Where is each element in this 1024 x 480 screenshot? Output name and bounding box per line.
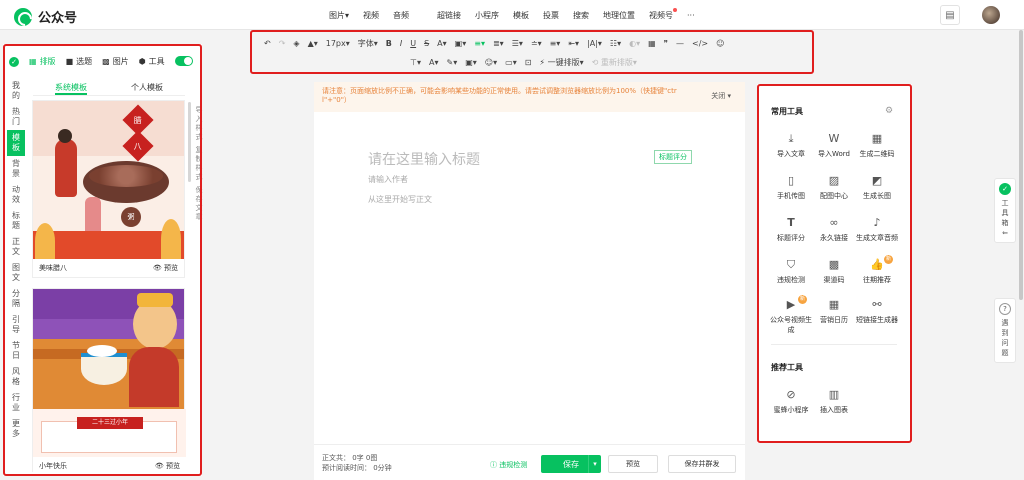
- save-label: 保存: [563, 459, 579, 469]
- menu-audio[interactable]: 音频: [386, 10, 416, 21]
- highlight-box-left: [3, 44, 202, 476]
- menu-hyperlink[interactable]: 超链接: [430, 10, 468, 21]
- body-input[interactable]: 从这里开始写正文: [368, 194, 432, 205]
- preview-button[interactable]: 预览: [608, 455, 658, 473]
- editor-area: 请注意：页面缩放比例不正确，可能会影响某些功能的正常使用。请尝试调整浏览器缩放比…: [314, 82, 745, 480]
- highlight-box-right: [757, 84, 912, 443]
- violation-check-label: 违规检测: [499, 461, 528, 469]
- menu-video[interactable]: 视频: [356, 10, 386, 21]
- menu-more[interactable]: ···: [680, 11, 702, 20]
- toolbox-check-icon: ✓: [999, 183, 1011, 195]
- notification-dot: [673, 7, 678, 12]
- read-time: 预计阅读时间： 0分钟: [322, 464, 392, 472]
- zoom-warning-text: 请注意：页面缩放比例不正确，可能会影响某些功能的正常使用。请尝试调整浏览器缩放比…: [322, 87, 677, 104]
- avatar[interactable]: [982, 6, 1000, 24]
- collapse-arrow-icon: ⇐: [1002, 229, 1008, 237]
- toolbox-label: 工具箱: [1001, 199, 1009, 227]
- title-score-button[interactable]: 标题评分: [654, 150, 692, 164]
- notice-close-button[interactable]: 关闭 ▾: [711, 92, 731, 101]
- menu-channels[interactable]: 视频号: [642, 7, 680, 21]
- save-button[interactable]: 保存 ▾: [541, 455, 601, 473]
- editor-footer: 正文共： 0字 0图 预计阅读时间： 0分钟 ⓘ 违规检测 保存 ▾ 预览 保存并…: [314, 444, 745, 480]
- app-title: 公众号: [38, 11, 78, 26]
- save-dropdown-icon[interactable]: ▾: [588, 455, 601, 473]
- draft-box-icon[interactable]: ▤: [940, 5, 960, 25]
- title-input[interactable]: 请在这里输入标题: [368, 149, 480, 169]
- menu-vote[interactable]: 投票: [536, 10, 566, 21]
- highlight-box-toolbar: [250, 30, 814, 74]
- app-logo[interactable]: 公众号: [14, 7, 77, 26]
- author-input[interactable]: 请输入作者: [368, 174, 408, 185]
- zoom-warning: 请注意：页面缩放比例不正确，可能会影响某些功能的正常使用。请尝试调整浏览器缩放比…: [314, 82, 745, 112]
- menu-search[interactable]: 搜索: [566, 10, 596, 21]
- menu-template[interactable]: 模板: [506, 10, 536, 21]
- question-icon: ?: [999, 303, 1011, 315]
- insert-menu: 图片▾ 视频 音频 超链接 小程序 模板 投票 搜索 地理位置 视频号 ···: [322, 0, 702, 30]
- top-bar: 公众号 图片▾ 视频 音频 超链接 小程序 模板 投票 搜索 地理位置 视频号 …: [0, 0, 1024, 30]
- page-scrollbar[interactable]: [1019, 30, 1023, 300]
- menu-channels-label: 视频号: [649, 10, 674, 20]
- menu-image[interactable]: 图片▾: [322, 10, 356, 21]
- wechat-mp-logo-icon: [14, 7, 32, 26]
- save-and-send-button[interactable]: 保存并群发: [668, 455, 736, 473]
- help-label: 遇到问题: [1001, 319, 1009, 357]
- toolbox-float-button[interactable]: ✓ 工具箱 ⇐: [994, 178, 1016, 243]
- menu-location[interactable]: 地理位置: [596, 10, 642, 21]
- word-count: 正文共： 0字 0图: [322, 454, 378, 462]
- document[interactable]: 请在这里输入标题 标题评分 请输入作者 从这里开始写正文: [314, 119, 745, 439]
- help-float-button[interactable]: ? 遇到问题: [994, 298, 1016, 363]
- violation-check-button[interactable]: ⓘ 违规检测: [490, 460, 527, 470]
- menu-miniprogram[interactable]: 小程序: [468, 10, 506, 21]
- article-stats: 正文共： 0字 0图 预计阅读时间： 0分钟: [322, 453, 392, 473]
